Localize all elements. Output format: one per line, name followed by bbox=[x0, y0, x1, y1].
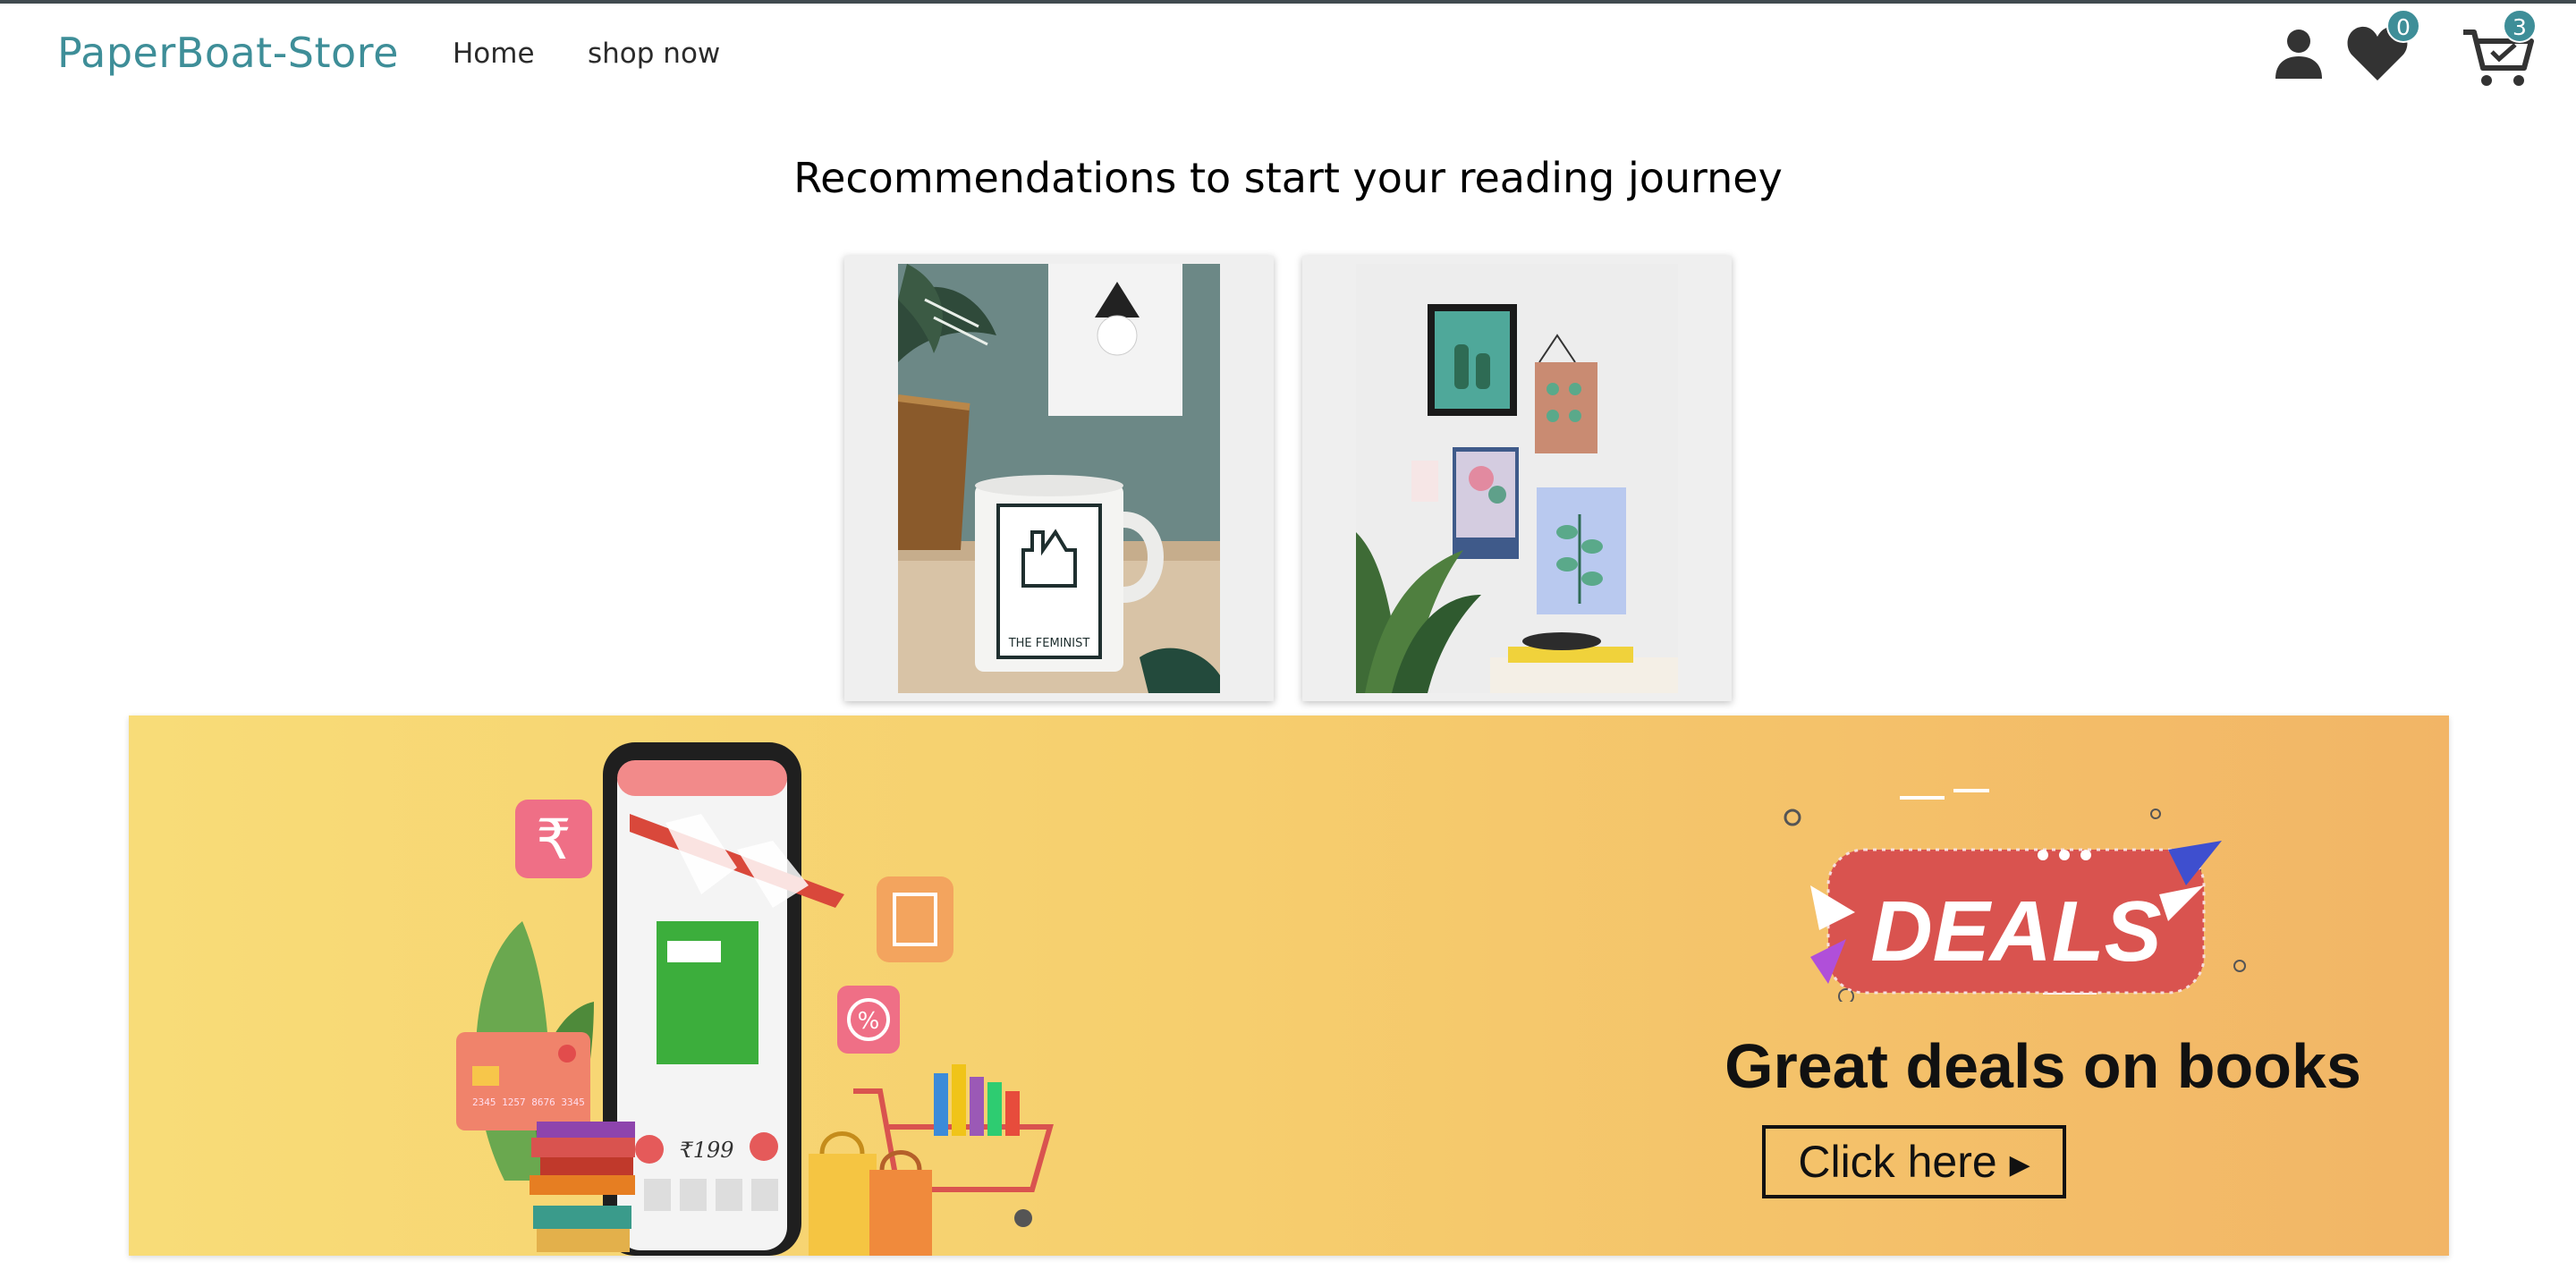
card-number: 2345 1257 8676 3345 bbox=[472, 1096, 585, 1108]
phone-price: ₹199 bbox=[679, 1138, 733, 1163]
svg-text:%: % bbox=[858, 1008, 880, 1035]
user-icon[interactable] bbox=[2272, 27, 2326, 80]
product-card-wall-art[interactable] bbox=[1302, 256, 1732, 701]
deals-badge-graphic: DEALS bbox=[1784, 789, 2246, 1002]
shopping-phone-illustration: ₹ 2345 1257 8676 3345 ₹199 % bbox=[456, 742, 1054, 1256]
deals-badge-text: DEALS bbox=[1870, 884, 2161, 979]
wishlist-count-badge: 0 bbox=[2386, 9, 2420, 43]
nav-link-home[interactable]: Home bbox=[453, 38, 535, 70]
play-triangle-icon: ▶ bbox=[2009, 1149, 2030, 1180]
click-here-label: Click here bbox=[1798, 1137, 1997, 1187]
nav-link-shop-now[interactable]: shop now bbox=[588, 38, 720, 70]
brand-logo-link[interactable]: PaperBoat-Store bbox=[57, 29, 399, 77]
deals-headline: Great deals on books bbox=[1724, 1031, 2361, 1101]
product-card-mug[interactable]: THE FEMINIST bbox=[844, 256, 1274, 701]
cart-count-badge: 3 bbox=[2503, 9, 2537, 43]
mug-print-text: THE FEMINIST bbox=[1008, 637, 1090, 650]
wall-art-product-image bbox=[1356, 264, 1678, 693]
mug-product-image: THE FEMINIST bbox=[898, 264, 1220, 693]
click-here-button[interactable]: Click here ▶ bbox=[1762, 1125, 2066, 1198]
deals-banner[interactable]: ₹ 2345 1257 8676 3345 ₹199 % DEALS Great… bbox=[129, 715, 2449, 1256]
navbar: PaperBoat-Store Home shop now 0 3 bbox=[0, 4, 2576, 104]
recommendations-title: Recommendations to start your reading jo… bbox=[793, 154, 1783, 202]
rupee-symbol: ₹ bbox=[536, 807, 571, 872]
